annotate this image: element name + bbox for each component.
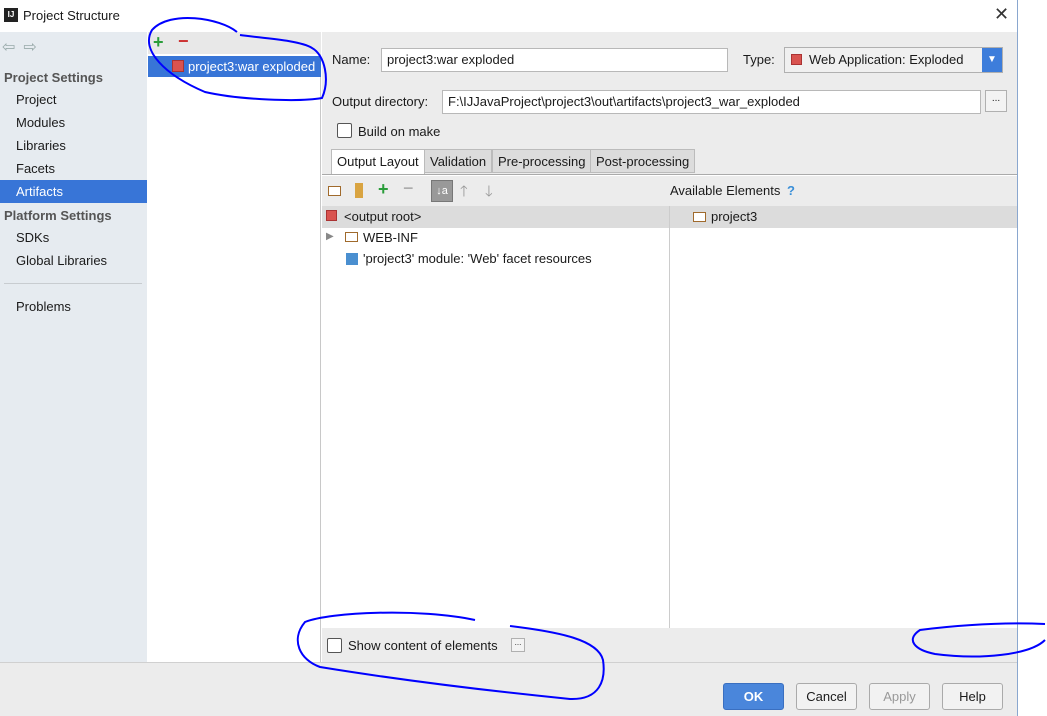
annotation-circle-checkbox: [296, 611, 605, 701]
annotation-circle-artifact: [147, 17, 327, 101]
annotation-circle-bottom-right: [911, 622, 1046, 658]
annotation-scribbles: [147, 17, 1046, 701]
